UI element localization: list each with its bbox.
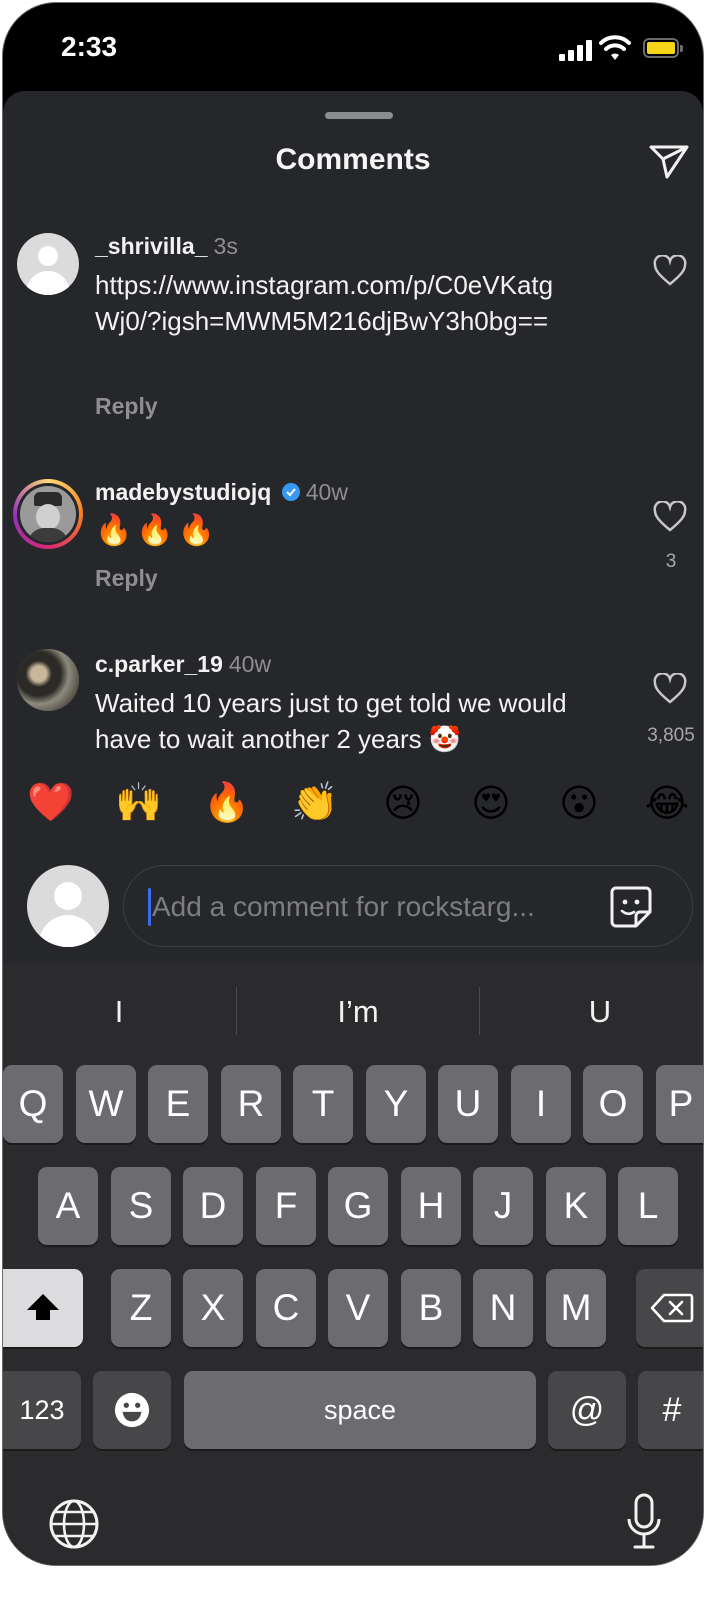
- at-key[interactable]: @: [548, 1371, 626, 1449]
- share-send-icon[interactable]: [647, 141, 691, 181]
- quick-reaction-emoji[interactable]: ❤️: [23, 781, 79, 825]
- sticker-icon[interactable]: [608, 884, 654, 930]
- key-d[interactable]: D: [183, 1167, 243, 1245]
- key-h[interactable]: H: [401, 1167, 461, 1245]
- key-o[interactable]: O: [583, 1065, 643, 1143]
- avatar[interactable]: [17, 233, 79, 295]
- emoji-face-icon: [114, 1392, 150, 1428]
- composer-avatar: [27, 865, 109, 947]
- quick-reaction-emoji[interactable]: 😂: [639, 781, 695, 826]
- key-l[interactable]: L: [618, 1167, 678, 1245]
- key-a[interactable]: A: [38, 1167, 98, 1245]
- shift-arrow-icon: [27, 1294, 59, 1320]
- key-x[interactable]: X: [183, 1269, 243, 1347]
- key-e[interactable]: E: [148, 1065, 208, 1143]
- backspace-icon: [650, 1293, 694, 1323]
- microphone-icon[interactable]: [625, 1493, 663, 1551]
- key-c[interactable]: C: [256, 1269, 316, 1347]
- quick-reaction-emoji[interactable]: 👏: [287, 781, 343, 825]
- battery-icon: [643, 38, 683, 58]
- quick-reaction-emoji[interactable]: 😍: [463, 781, 519, 826]
- reply-button[interactable]: Reply: [95, 565, 158, 592]
- quick-reaction-emoji[interactable]: 🔥: [199, 781, 255, 825]
- comment-username[interactable]: _shrivilla_ 3s: [95, 233, 238, 260]
- key-w[interactable]: W: [76, 1065, 136, 1143]
- avatar[interactable]: [17, 649, 79, 711]
- heart-like-icon[interactable]: [653, 255, 687, 287]
- sheet-grabber[interactable]: [325, 112, 393, 119]
- key-r[interactable]: R: [221, 1065, 281, 1143]
- comment-timestamp: 40w: [305, 479, 348, 505]
- keyboard-bottom-bar: [3, 1467, 703, 1565]
- quick-reaction-emoji[interactable]: 😮: [551, 781, 607, 826]
- comment-timestamp: 40w: [228, 651, 272, 677]
- comment-timestamp: 3s: [213, 233, 238, 259]
- key-j[interactable]: J: [473, 1167, 533, 1245]
- heart-like-icon[interactable]: [653, 673, 687, 705]
- space-key[interactable]: space: [184, 1371, 536, 1449]
- key-g[interactable]: G: [328, 1167, 388, 1245]
- delete-key[interactable]: [636, 1269, 703, 1347]
- key-s[interactable]: S: [111, 1167, 171, 1245]
- quick-reaction-bar: ❤️ 🙌 🔥 👏 😢 😍 😮 😂: [3, 781, 703, 837]
- comment-text[interactable]: 🔥🔥🔥: [95, 513, 635, 549]
- comment-input-container[interactable]: [123, 865, 693, 947]
- key-t[interactable]: T: [293, 1065, 353, 1143]
- cellular-signal-icon: [559, 39, 593, 61]
- reply-button[interactable]: Reply: [95, 393, 158, 420]
- hash-key[interactable]: #: [638, 1371, 703, 1449]
- key-i[interactable]: I: [511, 1065, 571, 1143]
- avatar[interactable]: [13, 479, 83, 549]
- key-f[interactable]: F: [256, 1167, 316, 1245]
- key-v[interactable]: V: [328, 1269, 388, 1347]
- comments-sheet: Comments _shrivilla_ 3s https://www.insta…: [3, 91, 703, 963]
- like-count: 3,805: [647, 725, 695, 746]
- key-p[interactable]: P: [656, 1065, 703, 1143]
- verified-badge-icon: [281, 482, 300, 501]
- comment-username[interactable]: madebystudiojq 40w: [95, 479, 348, 506]
- key-m[interactable]: M: [546, 1269, 606, 1347]
- status-time: 2:33: [61, 31, 118, 62]
- key-u[interactable]: U: [438, 1065, 498, 1143]
- key-n[interactable]: N: [473, 1269, 533, 1347]
- prediction-suggestion[interactable]: I: [3, 977, 235, 1047]
- comment-text[interactable]: https://www.instagram.com/p/C0eVKatgWj0/…: [95, 267, 565, 339]
- globe-icon[interactable]: [47, 1497, 101, 1551]
- quick-reaction-emoji[interactable]: 😢: [375, 781, 431, 826]
- quick-reaction-emoji[interactable]: 🙌: [111, 781, 167, 825]
- prediction-suggestion[interactable]: U: [480, 977, 703, 1047]
- emoji-key[interactable]: [93, 1371, 171, 1449]
- key-k[interactable]: K: [546, 1167, 606, 1245]
- phone-screen: 2:33 Comments _shrivilla_ 3s https://www…: [2, 2, 704, 1566]
- sheet-title: Comments: [275, 143, 431, 176]
- prediction-suggestion[interactable]: I’m: [237, 977, 479, 1047]
- comment-username[interactable]: c.parker_19 40w: [95, 651, 271, 678]
- shift-key[interactable]: [3, 1269, 83, 1347]
- comment-text[interactable]: Waited 10 years just to get told we woul…: [95, 685, 625, 757]
- key-b[interactable]: B: [401, 1269, 461, 1347]
- like-count: 3: [665, 551, 677, 572]
- comment-input[interactable]: [150, 884, 594, 930]
- wifi-icon: [599, 35, 631, 60]
- status-bar: 2:33: [3, 3, 703, 95]
- heart-like-icon[interactable]: [653, 501, 687, 533]
- numbers-key[interactable]: 123: [3, 1371, 81, 1449]
- key-y[interactable]: Y: [366, 1065, 426, 1143]
- key-q[interactable]: Q: [3, 1065, 63, 1143]
- key-z[interactable]: Z: [111, 1269, 171, 1347]
